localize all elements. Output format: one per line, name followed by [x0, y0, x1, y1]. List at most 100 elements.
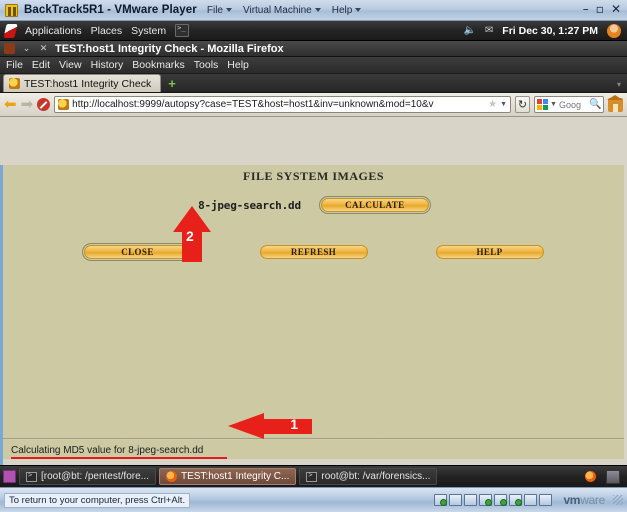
- vmware-titlebar: BackTrack5R1 - VMware Player File Virtua…: [0, 0, 627, 21]
- vmware-window-controls: – ▫ ✕: [583, 3, 621, 15]
- vmware-brand: vmware: [563, 493, 605, 507]
- resize-grip[interactable]: [613, 495, 623, 505]
- display-icon[interactable]: [524, 494, 538, 506]
- maximize-icon[interactable]: ▫: [596, 3, 604, 15]
- cd-drive-icon[interactable]: [449, 494, 463, 506]
- autopsy-page-content: FILE SYSTEM IMAGES 8-jpeg-search.dd CALC…: [3, 165, 624, 459]
- back-arrow-icon[interactable]: ⬅: [4, 97, 17, 112]
- search-input[interactable]: [558, 99, 587, 110]
- taskbar-item-terminal-pentest[interactable]: [root@bt: /pentest/fore...: [19, 468, 156, 485]
- vmware-menu-help[interactable]: Help: [332, 5, 362, 16]
- floppy-drive-icon[interactable]: [464, 494, 478, 506]
- panel-menu-places[interactable]: Places: [91, 25, 123, 37]
- refresh-button[interactable]: REFRESH: [259, 245, 368, 259]
- arrow-head: [228, 413, 264, 439]
- tab-list-chevron-icon[interactable]: ▾: [617, 80, 621, 89]
- terminal-icon: [26, 471, 37, 482]
- vmware-window-title: BackTrack5R1 - VMware Player: [24, 4, 197, 16]
- firefox-window: ⌄ ✕ TEST:host1 Integrity Check - Mozilla…: [0, 41, 627, 506]
- panel-clock[interactable]: Fri Dec 30, 1:27 PM: [502, 25, 598, 37]
- minimize-icon[interactable]: –: [583, 3, 589, 15]
- vmware-brand-light: ware: [580, 493, 605, 507]
- stop-icon[interactable]: [37, 98, 51, 111]
- menu-view[interactable]: View: [59, 59, 82, 71]
- tab-label: TEST:host1 Integrity Check: [24, 77, 152, 90]
- annotation-label-2: 2: [186, 228, 194, 244]
- vmware-menu-vm-label: Virtual Machine: [242, 4, 312, 16]
- show-desktop-icon[interactable]: [3, 470, 16, 483]
- vmware-menu-file-label: File: [206, 4, 223, 16]
- firefox-menubar: File Edit View History Bookmarks Tools H…: [0, 57, 627, 74]
- autopsy-favicon-icon: [9, 78, 20, 89]
- backtrack-logo-icon: [2, 22, 20, 40]
- vmware-status-hint: To return to your computer, press Ctrl+A…: [4, 492, 191, 508]
- user-avatar-icon[interactable]: [607, 23, 621, 38]
- taskbar-item-terminal-forensics[interactable]: root@bt: /var/forensics...: [299, 468, 438, 485]
- calculating-status-text: Calculating MD5 value for 8-jpeg-search.…: [11, 445, 204, 456]
- firefox-window-icon: [4, 43, 15, 54]
- mail-icon[interactable]: ✉: [485, 25, 493, 36]
- screenshot-root: BackTrack5R1 - VMware Player File Virtua…: [0, 0, 627, 512]
- vmware-menubar: File Virtual Machine Help: [207, 5, 362, 16]
- firefox-icon[interactable]: [585, 471, 596, 482]
- menu-tools[interactable]: Tools: [194, 59, 219, 71]
- forward-arrow-icon[interactable]: ➡: [21, 97, 34, 112]
- vmware-statusbar: To return to your computer, press Ctrl+A…: [0, 487, 627, 512]
- menu-edit[interactable]: Edit: [32, 59, 50, 71]
- printer-icon[interactable]: [494, 494, 508, 506]
- close-icon[interactable]: ✕: [611, 3, 621, 15]
- page-title: FILE SYSTEM IMAGES: [242, 169, 385, 183]
- action-button-row: CLOSE REFRESH HELP: [3, 243, 624, 261]
- panel-tray: 🔈 ✉ Fri Dec 30, 1:27 PM: [463, 23, 627, 38]
- volume-icon[interactable]: 🔈: [463, 25, 475, 36]
- sound-device-icon[interactable]: [509, 494, 523, 506]
- vmware-menu-help-label: Help: [331, 4, 353, 16]
- network-adapter-icon[interactable]: [434, 494, 448, 506]
- menu-history[interactable]: History: [91, 59, 124, 71]
- firefox-window-title: TEST:host1 Integrity Check - Mozilla Fir…: [55, 42, 284, 55]
- firefox-titlebar: ⌄ ✕ TEST:host1 Integrity Check - Mozilla…: [0, 41, 627, 57]
- arrow-shaft: [262, 419, 312, 434]
- taskbar-tray: [585, 469, 624, 484]
- close-icon[interactable]: ✕: [38, 43, 49, 54]
- home-icon[interactable]: [607, 94, 623, 112]
- taskbar-item-label: root@bt: /var/forensics...: [321, 471, 431, 482]
- chevron-down-icon: [314, 8, 321, 12]
- taskbar-item-label: [root@bt: /pentest/fore...: [41, 471, 149, 482]
- menu-help[interactable]: Help: [227, 59, 249, 71]
- taskbar-item-firefox[interactable]: TEST:host1 Integrity C...: [158, 468, 297, 485]
- calculate-button[interactable]: CALCULATE: [318, 196, 431, 214]
- vmware-device-tray: vmware: [434, 493, 623, 507]
- search-icon[interactable]: 🔍: [589, 99, 601, 110]
- usb-device-icon[interactable]: [479, 494, 493, 506]
- panel-menu-system[interactable]: System: [131, 25, 166, 37]
- new-tab-button[interactable]: +: [168, 77, 176, 90]
- google-icon: [537, 99, 548, 110]
- tab-integrity-check[interactable]: TEST:host1 Integrity Check: [3, 74, 162, 92]
- md5-value-highlight: MD5: 9BDB9C76B80E90D155806A1FC7846DB5: [11, 457, 227, 459]
- panel-menu-applications[interactable]: Applications: [25, 25, 82, 37]
- minimize-icon[interactable]: ⌄: [21, 43, 32, 54]
- help-button[interactable]: HELP: [435, 245, 544, 259]
- vmware-brand-bold: vm: [563, 493, 581, 507]
- site-identity-icon: [58, 99, 70, 110]
- vmware-menu-file[interactable]: File: [207, 5, 232, 16]
- annotation-arrow-1: 1: [228, 413, 312, 439]
- annotation-label-1: 1: [290, 416, 298, 432]
- section-divider: [3, 438, 624, 440]
- search-engine-chevron-icon[interactable]: ▼: [550, 101, 557, 108]
- reload-button[interactable]: ↻: [515, 96, 530, 113]
- image-filename: 8-jpeg-search.dd: [198, 198, 301, 212]
- chevron-down-icon[interactable]: ▼: [500, 101, 507, 108]
- bookmark-star-icon[interactable]: ★: [488, 99, 497, 110]
- shared-folder-icon[interactable]: [539, 494, 553, 506]
- search-bar[interactable]: ▼ 🔍: [534, 96, 604, 113]
- menu-bookmarks[interactable]: Bookmarks: [132, 59, 185, 71]
- trash-icon[interactable]: [606, 469, 620, 484]
- terminal-icon[interactable]: [175, 24, 190, 37]
- menu-file[interactable]: File: [6, 59, 23, 71]
- vmware-menu-virtual-machine[interactable]: Virtual Machine: [243, 5, 321, 16]
- url-bar[interactable]: http://localhost:9999/autopsy?case=TEST&…: [54, 96, 511, 113]
- vmware-app-icon: [5, 3, 18, 17]
- url-text: http://localhost:9999/autopsy?case=TEST&…: [72, 99, 434, 110]
